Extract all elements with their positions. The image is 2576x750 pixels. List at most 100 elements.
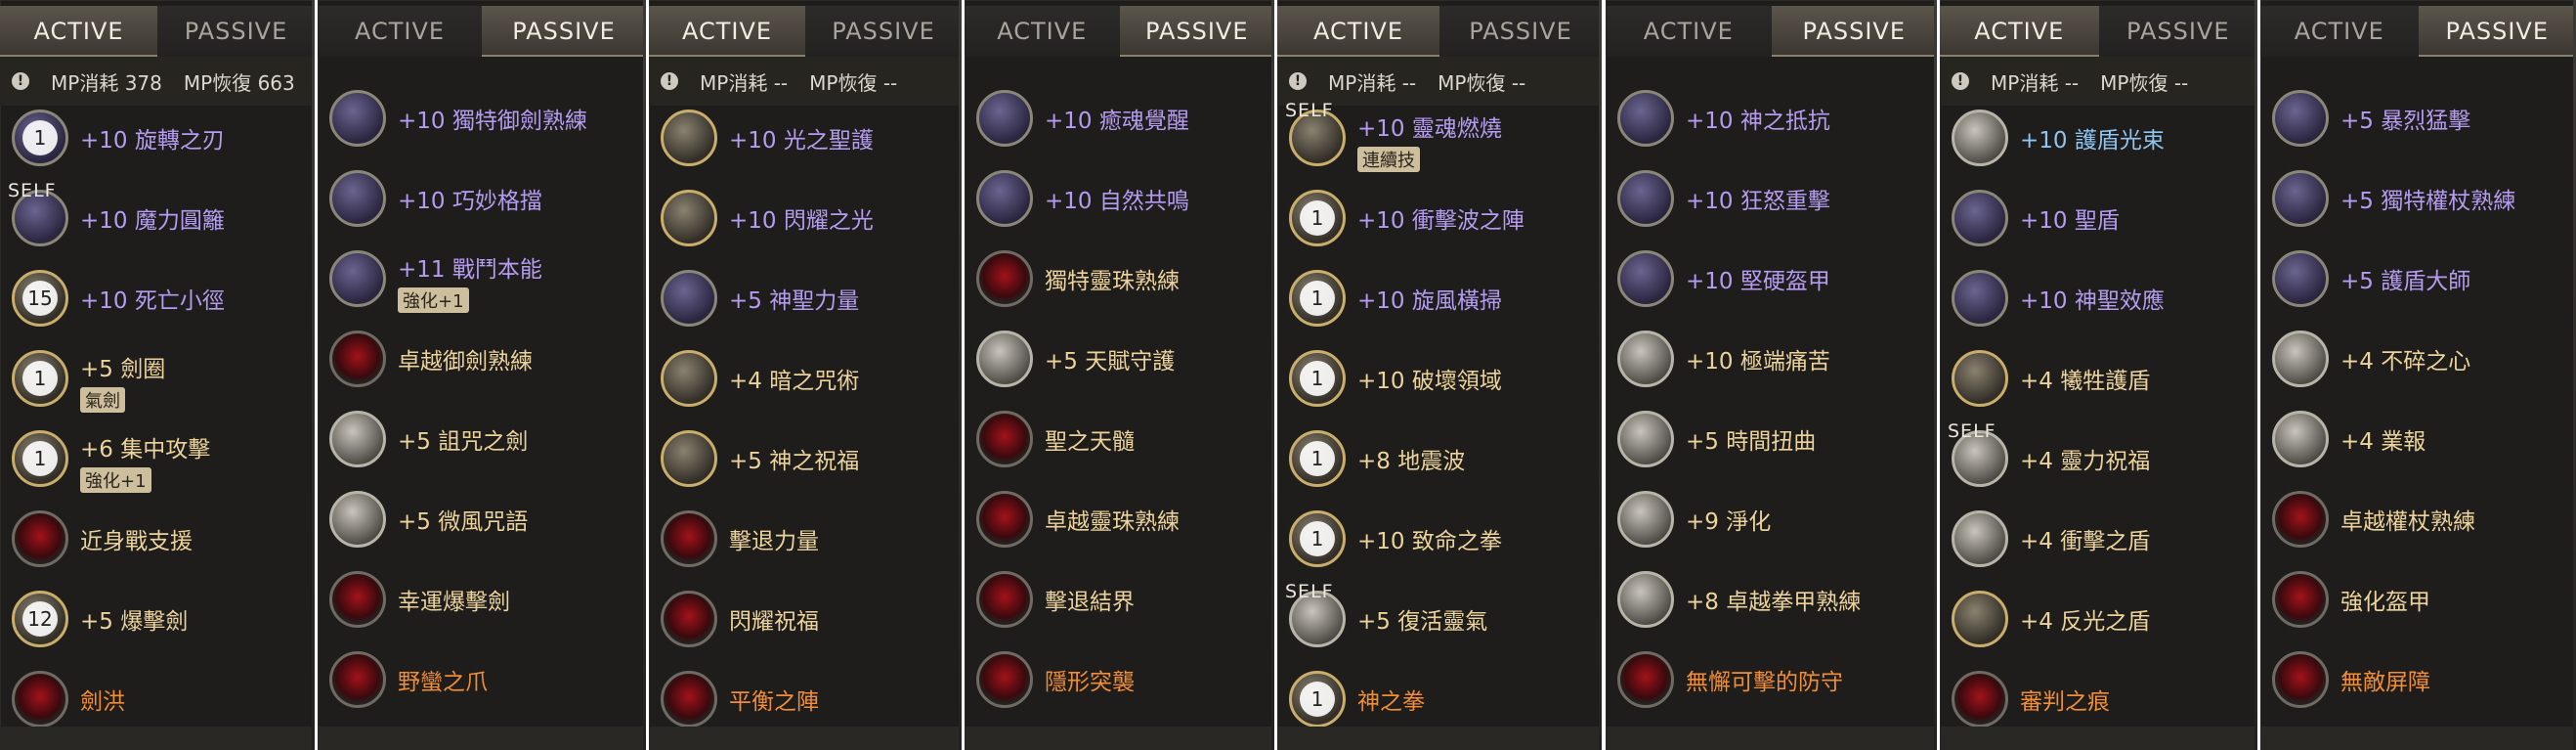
skill-row[interactable]: SELF +10 靈魂燃燒 連續技 bbox=[1277, 98, 1602, 178]
holy-shield-icon[interactable] bbox=[661, 110, 717, 166]
karma-icon[interactable] bbox=[2272, 411, 2329, 467]
holy-marrow-icon[interactable] bbox=[976, 411, 1033, 467]
tab-passive[interactable]: PASSIVE bbox=[1771, 6, 1937, 57]
repel-power-icon[interactable] bbox=[661, 510, 717, 567]
skill-row[interactable]: +5 獨特權杖熟練 bbox=[2260, 158, 2576, 239]
reflect-shield-icon[interactable] bbox=[1952, 591, 2008, 647]
skill-row[interactable]: +5 微風咒語 bbox=[318, 479, 646, 559]
skill-row[interactable]: 無懈可擊的防守 bbox=[1606, 640, 1937, 720]
skill-row[interactable]: +10 堅硬盔甲 bbox=[1606, 239, 1937, 319]
divine-effect-icon[interactable] bbox=[1952, 270, 2008, 327]
talent-guard-icon[interactable] bbox=[976, 331, 1033, 387]
skill-row[interactable]: 隱形突襲 bbox=[965, 640, 1274, 720]
soul-awaken-icon[interactable] bbox=[976, 90, 1033, 147]
tab-active[interactable]: ACTIVE bbox=[1606, 6, 1772, 57]
skill-row[interactable]: 強化盔甲 bbox=[2260, 559, 2576, 640]
god-fist-icon[interactable]: 1 bbox=[1289, 671, 1346, 728]
skill-row[interactable]: +4 反光之盾 bbox=[1940, 579, 2257, 659]
radiant-light-icon[interactable] bbox=[661, 190, 717, 246]
skill-row[interactable]: +4 衝擊之盾 bbox=[1940, 499, 2257, 579]
skill-row[interactable]: +4 暗之咒術 bbox=[649, 338, 962, 419]
radiant-blessing-icon[interactable] bbox=[661, 591, 717, 647]
skill-row[interactable]: +10 自然共鳴 bbox=[965, 158, 1274, 239]
skill-row[interactable]: +5 暴烈猛擊 bbox=[2260, 78, 2576, 158]
fierce-strike-icon[interactable] bbox=[2272, 90, 2329, 147]
god-blessing-icon[interactable] bbox=[661, 430, 717, 487]
skill-row[interactable]: +5 神聖力量 bbox=[649, 258, 962, 338]
stealth-assault-icon[interactable] bbox=[976, 651, 1033, 708]
invincible-guard-icon[interactable] bbox=[1617, 651, 1674, 708]
judgment-mark-icon[interactable] bbox=[1952, 671, 2008, 728]
hard-armor-icon[interactable] bbox=[1617, 250, 1674, 307]
fatal-fist-icon[interactable]: 1 bbox=[1289, 510, 1346, 567]
balance-formation-icon[interactable] bbox=[661, 671, 717, 728]
savage-claw-icon[interactable] bbox=[329, 651, 386, 708]
skill-row[interactable]: +10 極端痛苦 bbox=[1606, 319, 1937, 399]
skill-row[interactable]: 1 +5 劍圈 氣劍 bbox=[0, 338, 315, 419]
dark-curse-icon[interactable] bbox=[661, 350, 717, 407]
skill-row[interactable]: SELF +5 復活靈氣 bbox=[1277, 579, 1602, 659]
tab-active[interactable]: ACTIVE bbox=[1940, 6, 2099, 57]
skill-row[interactable]: 1 +10 衝擊波之陣 bbox=[1277, 178, 1602, 258]
sword-spin-icon[interactable]: 1 bbox=[12, 110, 68, 166]
blast-sword-icon[interactable]: 12 bbox=[12, 591, 68, 647]
tab-passive[interactable]: PASSIVE bbox=[482, 6, 646, 57]
tab-active[interactable]: ACTIVE bbox=[0, 6, 157, 57]
sword-flood-icon[interactable] bbox=[12, 671, 68, 728]
skill-row[interactable]: +10 癒魂覺醒 bbox=[965, 78, 1274, 158]
spirit-orb-icon[interactable] bbox=[976, 250, 1033, 307]
tab-passive[interactable]: PASSIVE bbox=[157, 6, 315, 57]
skill-row[interactable]: +10 狂怒重擊 bbox=[1606, 158, 1937, 239]
skill-row[interactable]: +10 獨特御劍熟練 bbox=[318, 78, 646, 158]
skill-row[interactable]: +5 護盾大師 bbox=[2260, 239, 2576, 319]
skill-row[interactable]: +11 戰鬥本能 強化+1 bbox=[318, 239, 646, 319]
melee-support-icon[interactable] bbox=[12, 510, 68, 567]
skill-row[interactable]: 15 +10 死亡小徑 bbox=[0, 258, 315, 338]
purify-icon[interactable] bbox=[1617, 491, 1674, 548]
skill-row[interactable]: +10 護盾光束 bbox=[1940, 98, 2257, 178]
skill-row[interactable]: 1 +6 集中攻擊 強化+1 bbox=[0, 419, 315, 499]
tab-passive[interactable]: PASSIVE bbox=[1119, 6, 1274, 57]
skill-row[interactable]: +10 閃耀之光 bbox=[649, 178, 962, 258]
lucky-blast-icon[interactable] bbox=[329, 571, 386, 628]
tab-active[interactable]: ACTIVE bbox=[1277, 6, 1439, 57]
skill-row[interactable]: 幸運爆擊劍 bbox=[318, 559, 646, 640]
skill-row[interactable]: 獨特靈珠熟練 bbox=[965, 239, 1274, 319]
skill-row[interactable]: 1 +8 地震波 bbox=[1277, 419, 1602, 499]
skill-row[interactable]: +8 卓越拳甲熟練 bbox=[1606, 559, 1937, 640]
divine-power-icon[interactable] bbox=[661, 270, 717, 327]
sacrifice-shield-icon[interactable] bbox=[1952, 350, 2008, 407]
skill-row[interactable]: +9 淨化 bbox=[1606, 479, 1937, 559]
skill-row[interactable]: 擊退結界 bbox=[965, 559, 1274, 640]
skill-row[interactable]: +10 聖盾 bbox=[1940, 178, 2257, 258]
skill-row[interactable]: SELF +10 魔力圓籬 bbox=[0, 178, 315, 258]
superior-sword-icon[interactable] bbox=[329, 331, 386, 387]
superior-scepter-icon[interactable] bbox=[2272, 491, 2329, 548]
skill-row[interactable]: +10 光之聖護 bbox=[649, 98, 962, 178]
tab-passive[interactable]: PASSIVE bbox=[2418, 6, 2576, 57]
skill-row[interactable]: 卓越靈珠熟練 bbox=[965, 479, 1274, 559]
earthquake-icon[interactable]: 1 bbox=[1289, 430, 1346, 487]
repel-barrier-icon[interactable] bbox=[976, 571, 1033, 628]
skill-row[interactable]: +5 詛咒之劍 bbox=[318, 399, 646, 479]
tab-passive[interactable]: PASSIVE bbox=[2098, 6, 2257, 57]
tab-passive[interactable]: PASSIVE bbox=[1439, 6, 1602, 57]
impact-shield-icon[interactable] bbox=[1952, 510, 2008, 567]
unbreakable-heart-icon[interactable] bbox=[2272, 331, 2329, 387]
battle-instinct-icon[interactable] bbox=[329, 250, 386, 307]
tab-active[interactable]: ACTIVE bbox=[649, 6, 805, 57]
skill-row[interactable]: 無敵屏障 bbox=[2260, 640, 2576, 720]
scepter-mastery-icon[interactable] bbox=[2272, 170, 2329, 227]
tab-active[interactable]: ACTIVE bbox=[965, 6, 1120, 57]
skill-row[interactable]: 1 +10 破壞領域 bbox=[1277, 338, 1602, 419]
tab-active[interactable]: ACTIVE bbox=[2260, 6, 2419, 57]
skill-row[interactable]: 閃耀祝福 bbox=[649, 579, 962, 659]
skill-row[interactable]: 擊退力量 bbox=[649, 499, 962, 579]
skill-row[interactable]: +4 犧牲護盾 bbox=[1940, 338, 2257, 419]
shockwave-icon[interactable]: 1 bbox=[1289, 190, 1346, 246]
skill-row[interactable]: +5 天賦守護 bbox=[965, 319, 1274, 399]
skill-row[interactable]: +4 業報 bbox=[2260, 399, 2576, 479]
reinforced-armor-icon[interactable] bbox=[2272, 571, 2329, 628]
skill-row[interactable]: 1 +10 旋風橫掃 bbox=[1277, 258, 1602, 338]
time-twist-icon[interactable] bbox=[1617, 411, 1674, 467]
